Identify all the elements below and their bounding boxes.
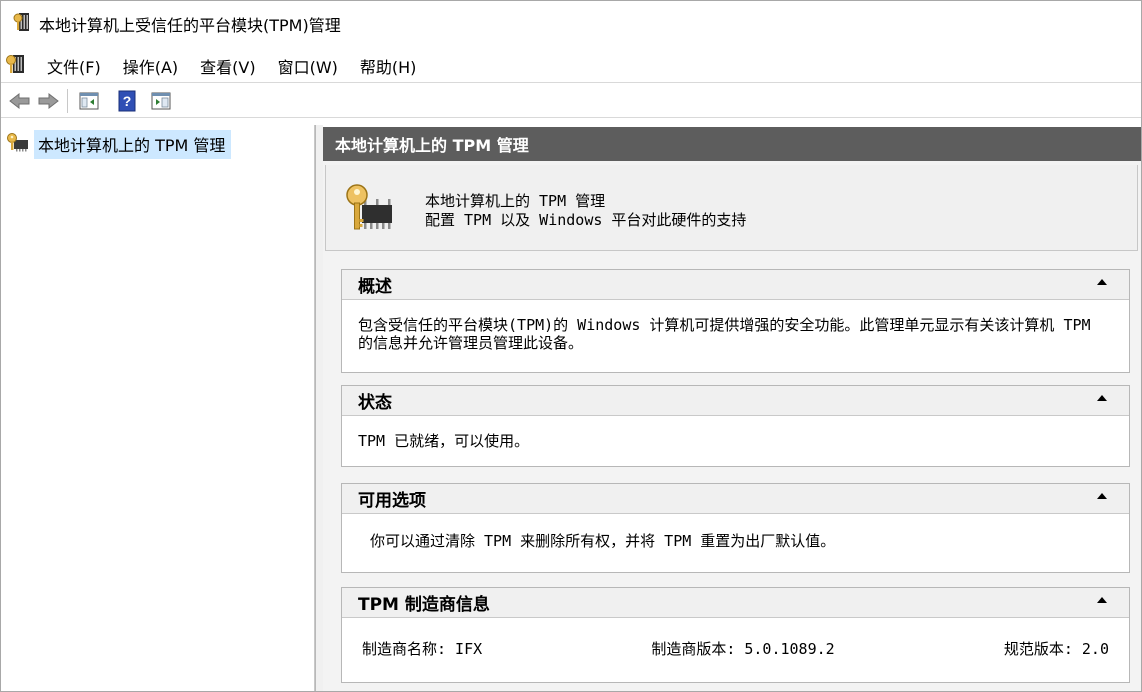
window-title: 本地计算机上受信任的平台模块(TPM)管理 (39, 16, 341, 35)
content-header: 本地计算机上的 TPM 管理 (323, 127, 1141, 161)
menu-view[interactable]: 查看(V) (198, 52, 257, 80)
section-status-header[interactable]: 状态 (342, 386, 1129, 416)
section-available-options: 可用选项 你可以通过清除 TPM 来删除所有权，并将 TPM 重置为出厂默认值。 (341, 483, 1130, 573)
section-manufacturer-info: TPM 制造商信息 制造商名称: IFX 制造商版本: 5.0.1089.2 规… (341, 587, 1130, 683)
section-overview-header[interactable]: 概述 (342, 270, 1129, 300)
toolbar: ? (1, 84, 1141, 118)
collapse-caret-icon[interactable] (1097, 597, 1107, 603)
console-menu-icon[interactable] (5, 52, 27, 80)
toolbar-separator (67, 88, 68, 113)
menu-action[interactable]: 操作(A) (121, 52, 180, 80)
console-tree: 本地计算机上的 TPM 管理 (2, 125, 315, 691)
banner-title: 本地计算机上的 TPM 管理 (425, 192, 606, 210)
title-bar: 本地计算机上受信任的平台模块(TPM)管理 (1, 1, 1141, 47)
section-options-body: 你可以通过清除 TPM 来删除所有权，并将 TPM 重置为出厂默认值。 (370, 532, 836, 550)
section-overview: 概述 包含受信任的平台模块(TPM)的 Windows 计算机可提供增强的安全功… (341, 269, 1130, 373)
section-title: TPM 制造商信息 (358, 595, 490, 615)
banner-subtitle: 配置 TPM 以及 Windows 平台对此硬件的支持 (425, 211, 747, 229)
manufacturer-name: 制造商名称: IFX (362, 640, 483, 658)
spec-version: 规范版本: 2.0 (1003, 640, 1109, 658)
tpm-app-icon (13, 11, 31, 37)
section-overview-body: 包含受信任的平台模块(TPM)的 Windows 计算机可提供增强的安全功能。此… (358, 316, 1091, 352)
collapse-caret-icon[interactable] (1097, 279, 1107, 285)
section-title: 可用选项 (358, 491, 426, 511)
forward-arrow-icon[interactable] (35, 88, 61, 114)
section-manufacturer-header[interactable]: TPM 制造商信息 (342, 588, 1129, 618)
tree-item-label: 本地计算机上的 TPM 管理 (34, 129, 232, 159)
section-status-body: TPM 已就绪，可以使用。 (358, 432, 530, 450)
menu-bar: 文件(F) 操作(A) 查看(V) 窗口(W) 帮助(H) (1, 49, 1141, 83)
section-manufacturer-body: 制造商名称: IFX 制造商版本: 5.0.1089.2 规范版本: 2.0 (342, 618, 1129, 658)
content-pane: 本地计算机上的 TPM 管理 本地计算机上的 TPM 管理 配置 TPM 以及 … (323, 127, 1141, 691)
menu-window[interactable]: 窗口(W) (276, 52, 340, 80)
pane-splitter[interactable] (315, 125, 323, 691)
svg-text:?: ? (123, 93, 132, 109)
info-banner: 本地计算机上的 TPM 管理 配置 TPM 以及 Windows 平台对此硬件的… (325, 165, 1138, 251)
section-options-header[interactable]: 可用选项 (342, 484, 1129, 514)
tpm-chip-key-icon (344, 183, 398, 239)
show-hide-action-pane-icon[interactable] (148, 88, 174, 114)
app-window: 本地计算机上受信任的平台模块(TPM)管理 文件(F) 操作(A) 查看(V) … (0, 0, 1142, 692)
back-arrow-icon[interactable] (7, 88, 33, 114)
help-icon[interactable]: ? (114, 88, 140, 114)
menu-help[interactable]: 帮助(H) (358, 52, 419, 80)
menu-file[interactable]: 文件(F) (45, 52, 103, 80)
section-title: 概述 (358, 277, 392, 297)
tpm-key-icon (6, 132, 30, 156)
collapse-caret-icon[interactable] (1097, 493, 1107, 499)
section-status: 状态 TPM 已就绪，可以使用。 (341, 385, 1130, 467)
show-hide-console-tree-icon[interactable] (76, 88, 102, 114)
manufacturer-version: 制造商版本: 5.0.1089.2 (651, 640, 835, 658)
section-title: 状态 (358, 393, 392, 413)
collapse-caret-icon[interactable] (1097, 395, 1107, 401)
tree-item-tpm-management[interactable]: 本地计算机上的 TPM 管理 (6, 129, 232, 159)
